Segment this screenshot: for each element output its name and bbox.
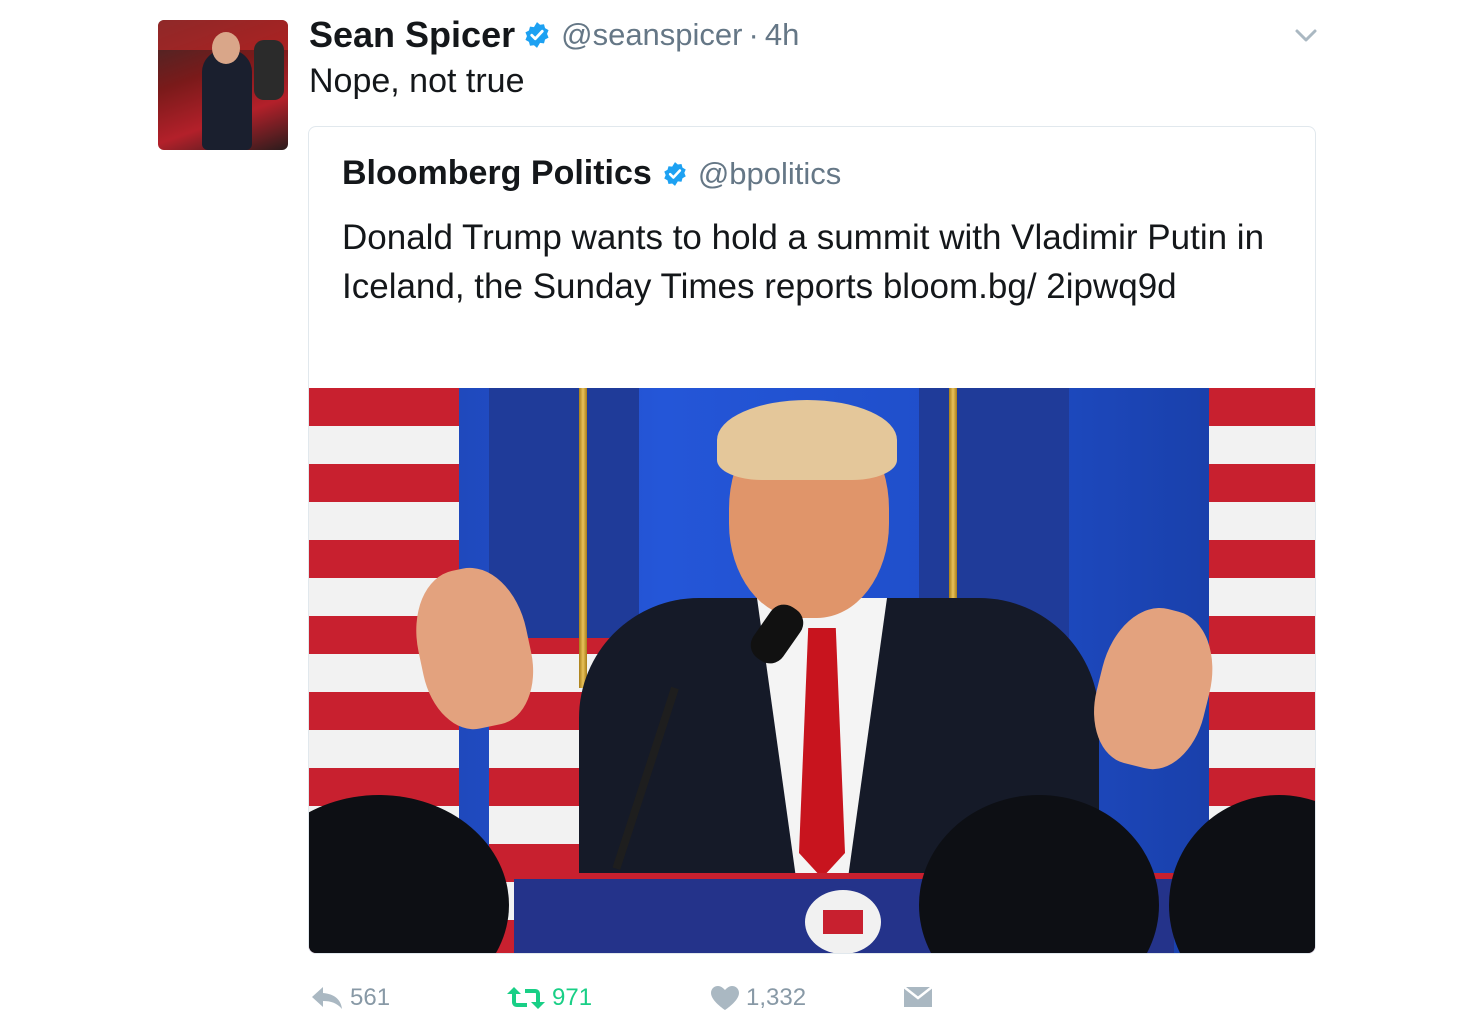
seal-emblem [823,910,863,934]
avatar-person [202,50,252,150]
retweet-button[interactable]: 971 [506,984,592,1012]
speaker-hair [717,400,897,480]
verified-badge-icon [664,161,686,186]
direct-message-button[interactable] [902,984,940,1010]
reply-icon [312,987,342,1009]
tweet-text: Nope, not true [309,62,525,100]
reply-count: 561 [350,984,391,1011]
quoted-author-name: Bloomberg Politics [342,154,652,192]
like-count: 1,332 [746,984,807,1011]
retweet-icon [507,987,545,1009]
audience-silhouette [1169,795,1315,953]
author-handle[interactable]: @seanspicer [561,17,742,53]
quoted-author-handle: @bpolitics [697,155,842,191]
quoted-tweet-header: Bloomberg Politics @bpolitics [342,154,841,193]
quoted-tweet-card[interactable]: Bloomberg Politics @bpolitics Donald Tru… [308,126,1316,954]
quoted-tweet-photo[interactable] [309,388,1315,953]
avatar-background-figure [254,40,284,100]
message-icon [903,986,933,1007]
quoted-tweet-text: Donald Trump wants to hold a summit with… [342,218,1265,306]
speaker-right-hand [1081,597,1227,779]
tweet-header: Sean Spicer @seanspicer · 4h [309,14,799,56]
heart-icon [711,986,739,1010]
flag-pole [579,388,587,688]
reply-button[interactable]: 561 [310,984,390,1012]
tweet-timestamp[interactable]: 4h [765,17,799,53]
header-separator: · [748,17,759,52]
tweet-actions: 561 971 1,332 [310,984,950,1020]
audience-silhouette [309,795,509,953]
author-avatar[interactable] [158,20,288,150]
retweet-count: 971 [552,984,593,1011]
avatar-face [212,32,240,64]
verified-badge-icon [525,22,549,48]
podium-seal [801,886,885,953]
author-name[interactable]: Sean Spicer [309,14,515,56]
like-button[interactable]: 1,332 [710,984,806,1012]
chevron-down-icon[interactable] [1293,26,1319,46]
